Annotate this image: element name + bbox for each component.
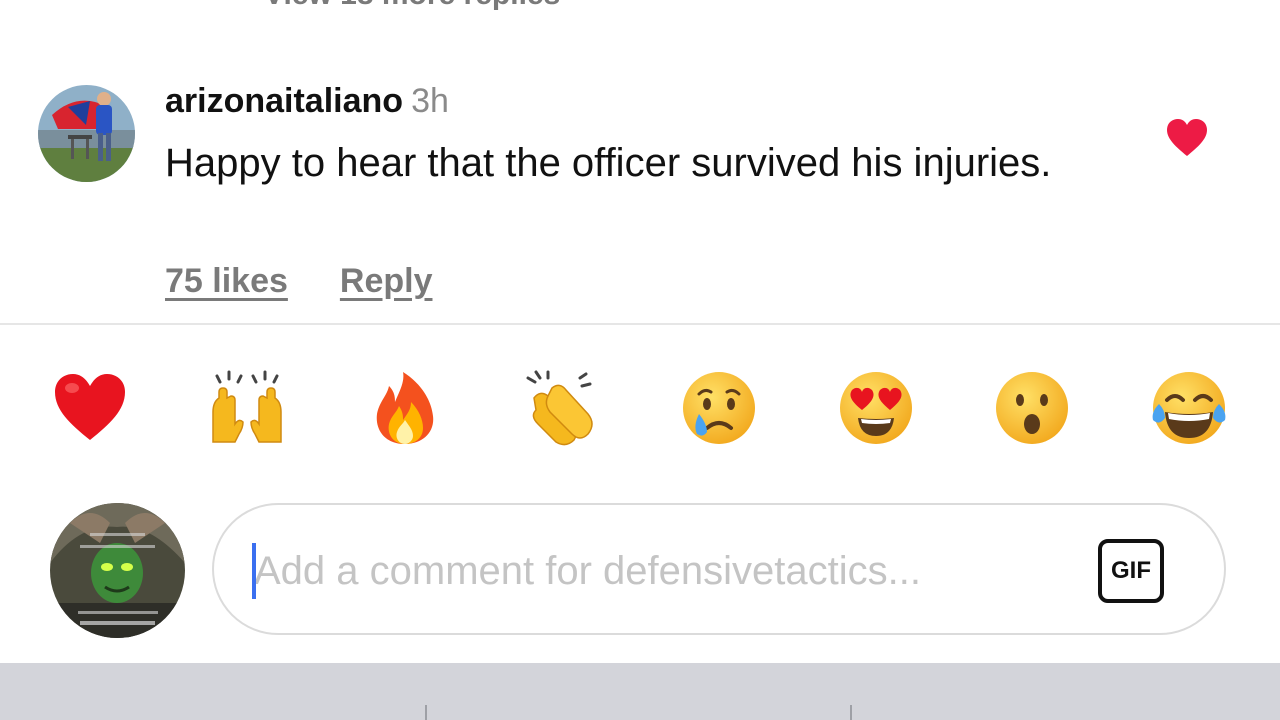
suggestion-divider [425,705,427,720]
red-heart-icon[interactable] [50,368,130,448]
divider [0,323,1280,325]
clapping-hands-icon[interactable] [522,368,602,448]
comment-header: arizonaitaliano 3h [165,82,449,121]
like-heart-icon[interactable] [1166,118,1208,158]
reply-button[interactable]: Reply [340,262,433,300]
gif-button[interactable]: GIF [1098,539,1164,603]
crying-face-icon[interactable] [679,368,759,448]
tears-of-joy-face-icon[interactable] [1149,368,1229,448]
commenter-avatar[interactable] [38,85,135,182]
view-more-replies-link[interactable]: View 18 more replies [264,0,560,12]
heart-eyes-face-icon[interactable] [836,368,916,448]
comment-input[interactable] [254,535,1074,607]
surprised-face-icon[interactable] [992,368,1072,448]
likes-count-link[interactable]: 75 likes [165,262,288,300]
keyboard-suggestion-bar [0,663,1280,720]
current-user-avatar[interactable] [50,503,185,638]
comment-text: Happy to hear that the officer survived … [165,141,1052,185]
suggestion-divider [850,705,852,720]
fire-icon[interactable] [365,368,445,448]
text-caret [252,543,256,599]
comment-composer: GIF [212,503,1226,635]
comment-actions: 75 likes Reply [165,262,432,301]
comment-timestamp: 3h [411,82,449,120]
comment-username[interactable]: arizonaitaliano [165,82,403,120]
raising-hands-icon[interactable] [207,368,287,448]
